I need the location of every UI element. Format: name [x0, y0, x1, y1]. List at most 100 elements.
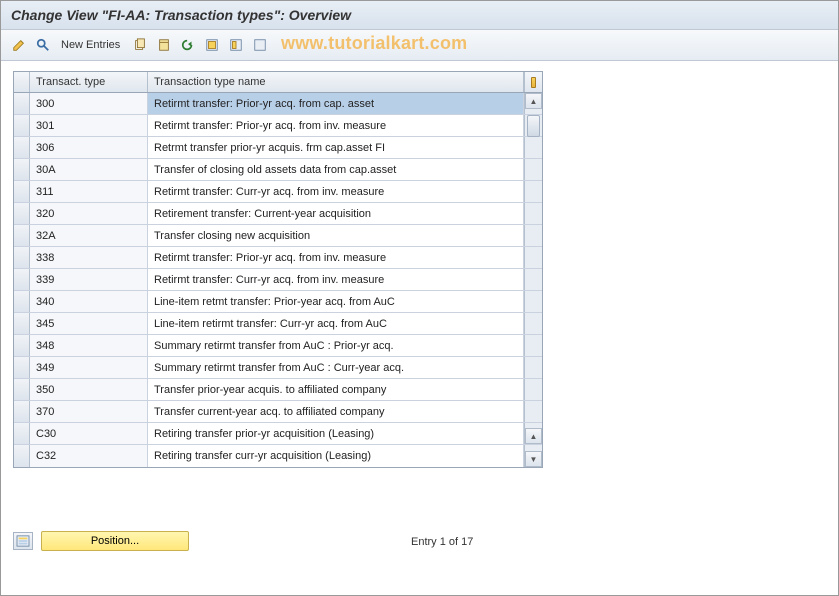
table-row: C30Retiring transfer prior-yr acquisitio… [14, 423, 542, 445]
cell-transaction-type[interactable]: 348 [30, 335, 148, 356]
row-selector[interactable] [14, 115, 30, 136]
row-selector[interactable] [14, 225, 30, 246]
cell-transaction-name[interactable]: Retirement transfer: Current-year acquis… [148, 203, 524, 224]
cell-transaction-type[interactable]: 339 [30, 269, 148, 290]
scroll-gutter: ▲ [524, 93, 542, 114]
row-selector[interactable] [14, 247, 30, 268]
cell-transaction-type[interactable]: 311 [30, 181, 148, 202]
table-row: 301Retirmt transfer: Prior-yr acq. from … [14, 115, 542, 137]
table-row: 338Retirmt transfer: Prior-yr acq. from … [14, 247, 542, 269]
select-block-icon[interactable] [226, 35, 246, 55]
cell-transaction-type[interactable]: C30 [30, 423, 148, 444]
scroll-gutter [524, 181, 542, 202]
scroll-down-icon[interactable]: ▼ [525, 451, 542, 467]
cell-transaction-type[interactable]: 32A [30, 225, 148, 246]
scroll-gutter: ▼ [524, 445, 542, 467]
row-selector[interactable] [14, 269, 30, 290]
watermark-text: www.tutorialkart.com [281, 33, 467, 54]
cell-transaction-name[interactable]: Summary retirmt transfer from AuC : Prio… [148, 335, 524, 356]
copy-as-icon[interactable] [130, 35, 150, 55]
cell-transaction-type[interactable]: 30A [30, 159, 148, 180]
table-row: C32Retiring transfer curr-yr acquisition… [14, 445, 542, 467]
row-selector[interactable] [14, 159, 30, 180]
cell-transaction-name[interactable]: Retiring transfer curr-yr acquisition (L… [148, 445, 524, 467]
cell-transaction-name[interactable]: Transfer prior-year acquis. to affiliate… [148, 379, 524, 400]
scroll-page-up-icon[interactable]: ▲ [525, 428, 542, 444]
scroll-gutter [524, 159, 542, 180]
cell-transaction-type[interactable]: 350 [30, 379, 148, 400]
cell-transaction-name[interactable]: Retirmt transfer: Curr-yr acq. from inv.… [148, 269, 524, 290]
row-selector[interactable] [14, 335, 30, 356]
cell-transaction-name[interactable]: Transfer current-year acq. to affiliated… [148, 401, 524, 422]
scroll-gutter [524, 203, 542, 224]
row-selector[interactable] [14, 181, 30, 202]
cell-transaction-type[interactable]: 338 [30, 247, 148, 268]
new-entries-button[interactable]: New Entries [61, 35, 120, 55]
cell-transaction-type[interactable]: 340 [30, 291, 148, 312]
scroll-gutter [524, 313, 542, 334]
undo-change-icon[interactable] [178, 35, 198, 55]
column-header-name[interactable]: Transaction type name [148, 72, 524, 92]
position-icon[interactable] [13, 532, 33, 550]
cell-transaction-name[interactable]: Retrmt transfer prior-yr acquis. frm cap… [148, 137, 524, 158]
cell-transaction-name[interactable]: Retirmt transfer: Prior-yr acq. from inv… [148, 247, 524, 268]
scroll-thumb[interactable] [527, 115, 540, 137]
transaction-types-table: Transact. type Transaction type name 300… [13, 71, 543, 468]
row-selector[interactable] [14, 423, 30, 444]
cell-transaction-type[interactable]: 320 [30, 203, 148, 224]
scroll-gutter [524, 225, 542, 246]
row-selector[interactable] [14, 137, 30, 158]
cell-transaction-name[interactable]: Retirmt transfer: Prior-yr acq. from inv… [148, 115, 524, 136]
cell-transaction-name[interactable]: Line-item retmt transfer: Prior-year acq… [148, 291, 524, 312]
deselect-all-icon[interactable] [250, 35, 270, 55]
row-selector[interactable] [14, 93, 30, 114]
row-selector[interactable] [14, 401, 30, 422]
page-title: Change View "FI-AA: Transaction types": … [1, 1, 838, 30]
cell-transaction-type[interactable]: C32 [30, 445, 148, 467]
scroll-gutter [524, 401, 542, 422]
scroll-gutter [524, 291, 542, 312]
row-selector[interactable] [14, 379, 30, 400]
row-selector[interactable] [14, 203, 30, 224]
footer-bar: Position... [13, 531, 189, 551]
table-row: 349Summary retirmt transfer from AuC : C… [14, 357, 542, 379]
cell-transaction-type[interactable]: 370 [30, 401, 148, 422]
table-row: 306Retrmt transfer prior-yr acquis. frm … [14, 137, 542, 159]
table-row: 300Retirmt transfer: Prior-yr acq. from … [14, 93, 542, 115]
scroll-gutter [524, 137, 542, 158]
cell-transaction-name[interactable]: Summary retirmt transfer from AuC : Curr… [148, 357, 524, 378]
cell-transaction-name[interactable]: Retirmt transfer: Prior-yr acq. from cap… [148, 93, 524, 114]
table-row: 348Summary retirmt transfer from AuC : P… [14, 335, 542, 357]
table-row: 340Line-item retmt transfer: Prior-year … [14, 291, 542, 313]
row-selector[interactable] [14, 445, 30, 467]
cell-transaction-type[interactable]: 349 [30, 357, 148, 378]
position-button[interactable]: Position... [41, 531, 189, 551]
table-row: 320Retirement transfer: Current-year acq… [14, 203, 542, 225]
cell-transaction-type[interactable]: 300 [30, 93, 148, 114]
cell-transaction-name[interactable]: Line-item retirmt transfer: Curr-yr acq.… [148, 313, 524, 334]
scroll-gutter: ▲ [524, 423, 542, 444]
column-header-type[interactable]: Transact. type [30, 72, 148, 92]
table-row: 350Transfer prior-year acquis. to affili… [14, 379, 542, 401]
delete-icon[interactable] [154, 35, 174, 55]
scroll-up-icon[interactable]: ▲ [525, 93, 542, 109]
entry-counter: Entry 1 of 17 [411, 536, 473, 548]
table-row: 30ATransfer of closing old assets data f… [14, 159, 542, 181]
cell-transaction-type[interactable]: 345 [30, 313, 148, 334]
select-all-icon[interactable] [202, 35, 222, 55]
cell-transaction-type[interactable]: 306 [30, 137, 148, 158]
table-body: 300Retirmt transfer: Prior-yr acq. from … [14, 93, 542, 467]
row-selector[interactable] [14, 313, 30, 334]
find-icon[interactable] [33, 35, 53, 55]
scroll-gutter [524, 115, 542, 136]
table-settings-icon[interactable] [524, 72, 542, 92]
row-selector[interactable] [14, 291, 30, 312]
cell-transaction-name[interactable]: Transfer closing new acquisition [148, 225, 524, 246]
cell-transaction-name[interactable]: Retirmt transfer: Curr-yr acq. from inv.… [148, 181, 524, 202]
scroll-gutter [524, 335, 542, 356]
cell-transaction-type[interactable]: 301 [30, 115, 148, 136]
cell-transaction-name[interactable]: Retiring transfer prior-yr acquisition (… [148, 423, 524, 444]
toggle-display-change-icon[interactable] [9, 35, 29, 55]
row-selector[interactable] [14, 357, 30, 378]
cell-transaction-name[interactable]: Transfer of closing old assets data from… [148, 159, 524, 180]
